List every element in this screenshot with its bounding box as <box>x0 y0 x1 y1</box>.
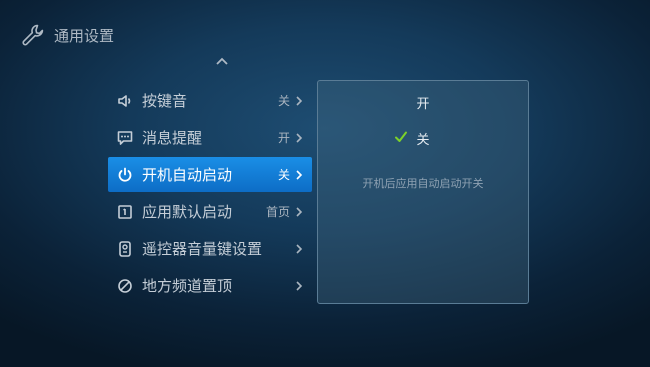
menu-item-remote-volume-keys[interactable]: 遥控器音量键设置 <box>108 230 312 267</box>
scroll-up-icon[interactable] <box>213 54 231 68</box>
wrench-icon <box>22 24 44 46</box>
chevron-right-icon <box>296 206 303 217</box>
chevron-right-icon <box>296 95 303 106</box>
option-off[interactable]: 关 <box>318 129 528 148</box>
menu-item-label: 按键音 <box>142 92 188 110</box>
menu-item-auto-start[interactable]: 开机自动启动 关 <box>108 157 312 192</box>
page-title: 通用设置 <box>54 26 115 45</box>
menu-item-message-reminder[interactable]: 消息提醒 开 <box>108 119 312 156</box>
power-icon <box>116 166 134 184</box>
speaker-icon <box>116 92 134 110</box>
option-description: 开机后应用自动启动开关 <box>362 177 484 190</box>
chevron-right-icon <box>296 243 303 254</box>
option-on[interactable]: 开 <box>318 93 528 112</box>
menu-item-label: 遥控器音量键设置 <box>142 240 263 258</box>
no-sign-icon <box>116 277 134 295</box>
menu-item-label: 消息提醒 <box>142 129 203 147</box>
page-header: 通用设置 <box>20 20 114 50</box>
chevron-right-icon <box>296 169 303 180</box>
menu-item-label: 开机自动启动 <box>142 166 233 184</box>
chevron-right-icon <box>296 132 303 143</box>
menu-item-local-channel-top[interactable]: 地方频道置顶 <box>108 267 312 304</box>
menu-item-default-app-launch[interactable]: 应用默认启动 首页 <box>108 193 312 230</box>
option-panel: 开 关 开机后应用自动启动开关 <box>317 80 529 304</box>
message-icon <box>116 129 134 147</box>
remote-icon <box>116 240 134 258</box>
settings-menu: 按键音 关 消息提醒 开 开机自动启动 关 应用默认启动 首页 遥控器音量键设置… <box>108 82 312 304</box>
chevron-right-icon <box>296 280 303 291</box>
app-launch-icon <box>116 203 134 221</box>
menu-item-key-sound[interactable]: 按键音 关 <box>108 82 312 119</box>
menu-item-label: 地方频道置顶 <box>142 277 233 295</box>
menu-item-value: 关 <box>277 94 290 108</box>
menu-item-label: 应用默认启动 <box>142 203 233 221</box>
menu-item-value: 开 <box>277 131 290 145</box>
menu-item-value: 首页 <box>265 205 290 219</box>
menu-item-value: 关 <box>277 168 290 182</box>
